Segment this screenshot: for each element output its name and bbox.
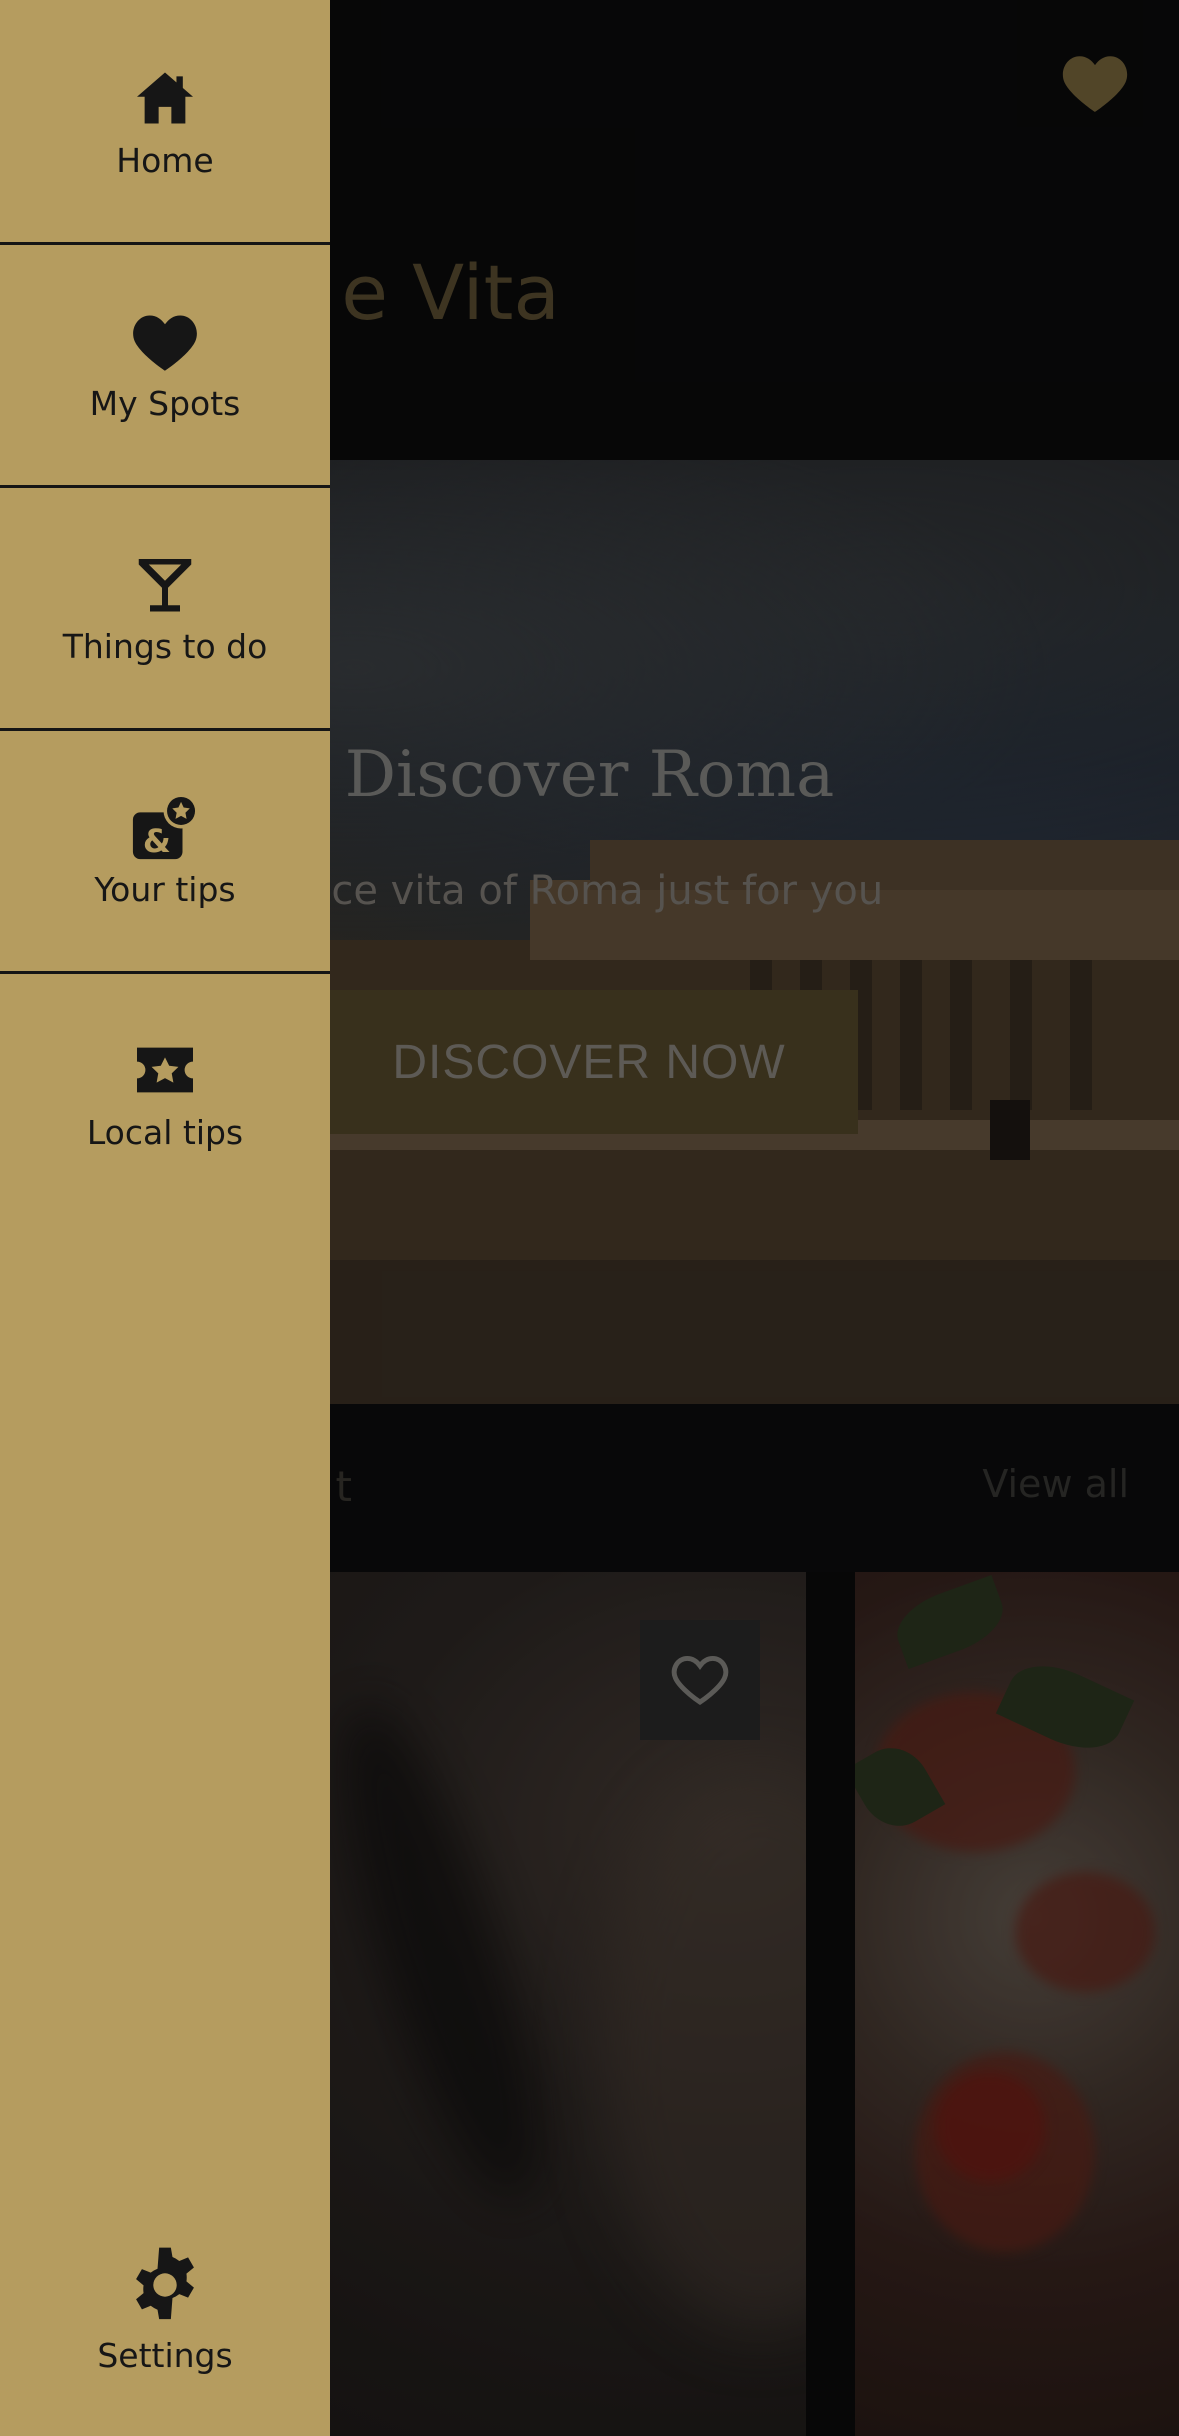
drawer-item-label: Home <box>116 140 214 180</box>
cocktail-icon <box>130 549 200 619</box>
svg-text:&: & <box>143 821 171 859</box>
navigation-drawer: Home My Spots Things to do & Your tips L… <box>0 0 330 2436</box>
drawer-item-settings[interactable]: Settings <box>0 2230 330 2390</box>
drawer-item-my-spots[interactable]: My Spots <box>0 243 330 488</box>
drawer-item-label: My Spots <box>89 383 241 423</box>
map-pin-star-icon: & <box>130 792 200 862</box>
drawer-item-things-to-do[interactable]: Things to do <box>0 486 330 731</box>
home-icon <box>130 63 200 133</box>
drawer-item-label: Settings <box>97 2335 233 2375</box>
ticket-star-icon <box>130 1035 200 1105</box>
drawer-item-your-tips[interactable]: & Your tips <box>0 729 330 974</box>
gear-icon <box>126 2246 204 2328</box>
drawer-item-label: Your tips <box>94 869 236 909</box>
drawer-item-label: Things to do <box>62 626 268 666</box>
drawer-item-label: Local tips <box>86 1112 244 1152</box>
drawer-item-local-tips[interactable]: Local tips <box>0 972 330 1214</box>
drawer-item-home[interactable]: Home <box>0 0 330 245</box>
heart-icon <box>130 306 200 376</box>
